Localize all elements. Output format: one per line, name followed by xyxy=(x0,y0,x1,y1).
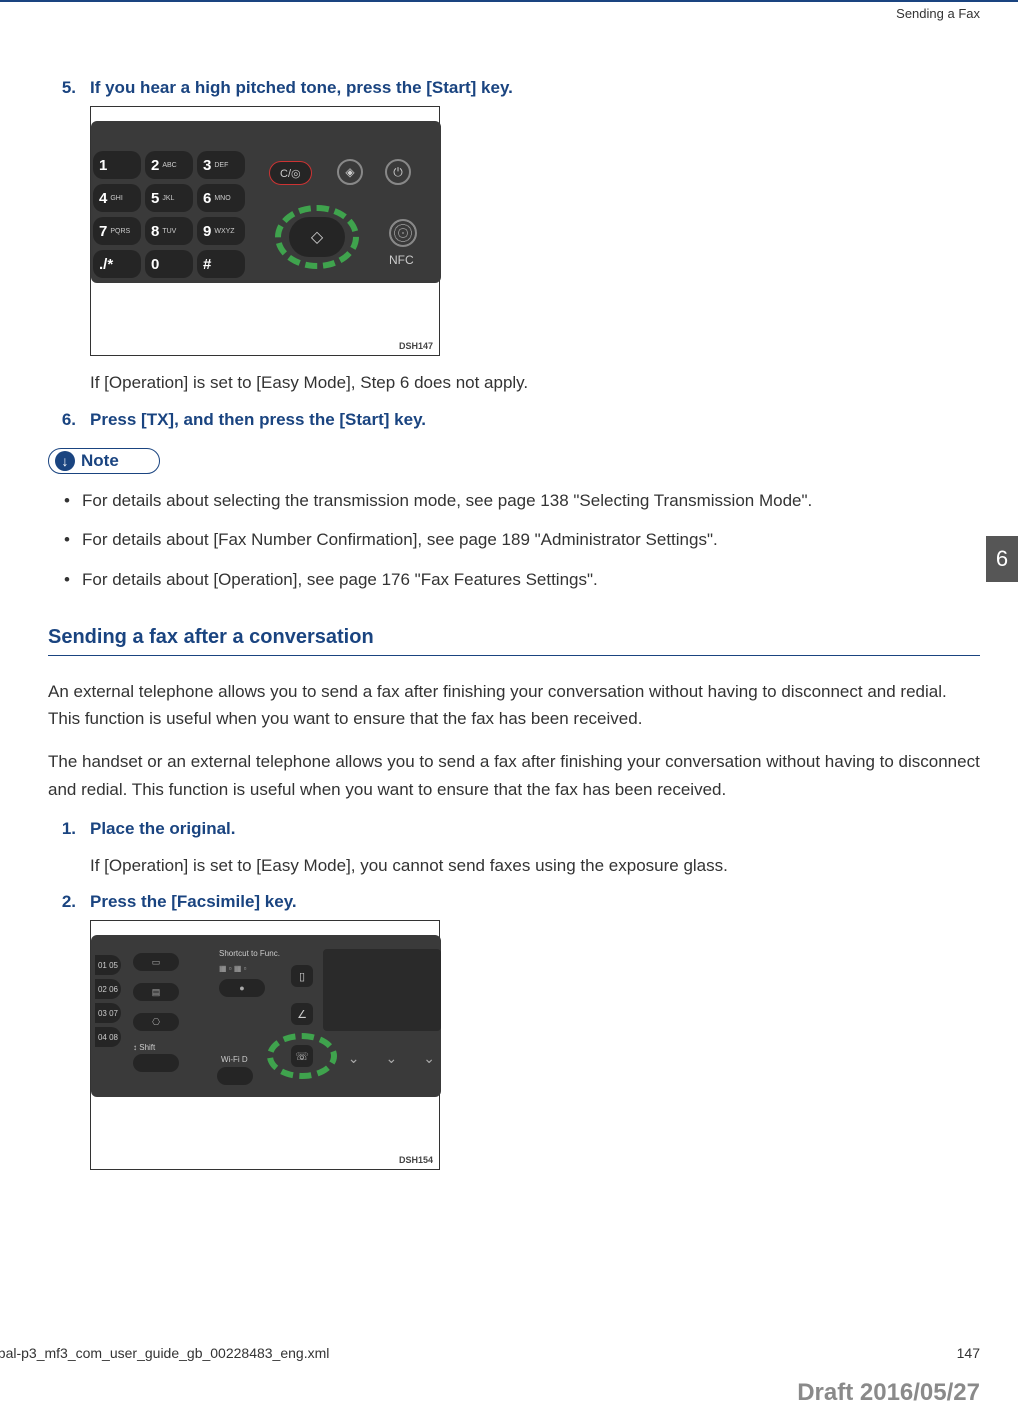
step-instruction: Place the original. xyxy=(90,819,980,839)
highlight-ring-icon xyxy=(275,205,359,269)
doc-mode-icon: ▤ xyxy=(133,983,179,1001)
step-number: 2. xyxy=(48,892,76,912)
qd-row: 02 06 xyxy=(95,979,121,999)
page-number: 147 xyxy=(957,1345,980,1361)
key-sym: ./* xyxy=(93,250,141,278)
step-number: 6. xyxy=(48,410,76,430)
note-item: For details about [Operation], see page … xyxy=(48,567,980,593)
draft-stamp: Draft 2016/05/27 xyxy=(797,1379,980,1407)
step-6: 6. Press [TX], and then press the [Start… xyxy=(48,410,980,430)
qd-row: 03 07 xyxy=(95,1003,121,1023)
note-header: ↓ Note xyxy=(48,448,160,474)
device-panel: 01 05 02 06 03 07 04 08 ▭ ▤ ⎔ ↕ Shift Sh… xyxy=(91,935,441,1097)
note-callout: ↓ Note For details about selecting the t… xyxy=(48,448,980,593)
page-footer: opal-p3_mf3_com_user_guide_gb_00228483_e… xyxy=(0,1345,980,1361)
device-panel: 1 2ABC 3DEF 4GHI 5JKL 6MNO 7PQRS 8TUV 9W… xyxy=(91,121,441,283)
chevron-down-icon: ⌄ xyxy=(386,1050,398,1067)
section-rule xyxy=(48,655,980,656)
key-4: 4GHI xyxy=(93,184,141,212)
usb-mode-icon: ⎔ xyxy=(133,1013,179,1031)
down-arrow-icon: ↓ xyxy=(55,451,75,471)
numeric-keypad: 1 2ABC 3DEF 4GHI 5JKL 6MNO 7PQRS 8TUV 9W… xyxy=(93,151,249,278)
copy-mode-icon: ▭ xyxy=(133,953,179,971)
chevron-down-icon: ⌄ xyxy=(423,1050,435,1067)
key-2: 2ABC xyxy=(145,151,193,179)
qd-row: 04 08 xyxy=(95,1027,121,1047)
note-item: For details about selecting the transmis… xyxy=(48,488,980,514)
step-1: 1. Place the original. xyxy=(48,819,980,839)
step-instruction: Press the [Facsimile] key. xyxy=(90,892,980,912)
mode-column: ▭ ▤ ⎔ ↕ Shift xyxy=(133,953,203,1084)
key-hash: # xyxy=(197,250,245,278)
quick-dial-keys: 01 05 02 06 03 07 04 08 xyxy=(95,955,121,1047)
step-number: 5. xyxy=(48,78,76,98)
highlight-ring-icon xyxy=(267,1033,337,1079)
step-5: 5. If you hear a high pitched tone, pres… xyxy=(48,78,980,98)
qd-row: 01 05 xyxy=(95,955,121,975)
lcd-screen xyxy=(323,949,441,1031)
page-content: 5. If you hear a high pitched tone, pres… xyxy=(48,78,980,1176)
section-paragraph: An external telephone allows you to send… xyxy=(48,678,980,732)
wifi-button xyxy=(217,1067,253,1085)
start-area: C/◎ ◈ ⏻ ◇ NFC xyxy=(269,161,399,276)
key-0: 0 xyxy=(145,250,193,278)
scan-icon: ∠ xyxy=(291,1003,313,1025)
shift-label: ↕ Shift xyxy=(133,1043,203,1052)
figure-caption: DSH154 xyxy=(399,1155,433,1165)
nfc-icon xyxy=(389,219,417,247)
nav-arrows: ⌄ ⌄ ⌄ xyxy=(348,1050,435,1067)
key-7: 7PQRS xyxy=(93,217,141,245)
key-3: 3DEF xyxy=(197,151,245,179)
note-item: For details about [Fax Number Confirmati… xyxy=(48,527,980,553)
key-8: 8TUV xyxy=(145,217,193,245)
wifi-label: Wi-Fi D xyxy=(221,1055,248,1064)
running-header: Sending a Fax xyxy=(896,6,980,21)
figure-facsimile-key: 01 05 02 06 03 07 04 08 ▭ ▤ ⎔ ↕ Shift Sh… xyxy=(90,920,440,1170)
step-instruction: If you hear a high pitched tone, press t… xyxy=(90,78,980,98)
power-icon: ⏻ xyxy=(385,159,411,185)
chapter-tab: 6 xyxy=(986,536,1018,582)
figure-caption: DSH147 xyxy=(399,341,433,351)
shift-button xyxy=(133,1054,179,1072)
settings-icon: ◈ xyxy=(337,159,363,185)
section-heading: Sending a fax after a conversation xyxy=(48,626,980,649)
clear-button: C/◎ xyxy=(269,161,312,185)
key-6: 6MNO xyxy=(197,184,245,212)
step-1-note: If [Operation] is set to [Easy Mode], yo… xyxy=(90,853,980,879)
shortcut-label: Shortcut to Func. xyxy=(219,949,309,958)
top-rule xyxy=(0,0,1018,2)
section-paragraph: The handset or an external telephone all… xyxy=(48,748,980,802)
idcard-icon: ▯ xyxy=(291,965,313,987)
figure-start-key: 1 2ABC 3DEF 4GHI 5JKL 6MNO 7PQRS 8TUV 9W… xyxy=(90,106,440,356)
note-label: Note xyxy=(81,451,119,471)
step-instruction: Press [TX], and then press the [Start] k… xyxy=(90,410,980,430)
key-1: 1 xyxy=(93,151,141,179)
key-5: 5JKL xyxy=(145,184,193,212)
oval-button: ● xyxy=(219,979,265,997)
source-filename: opal-p3_mf3_com_user_guide_gb_00228483_e… xyxy=(0,1345,329,1361)
step-number: 1. xyxy=(48,819,76,839)
chevron-down-icon: ⌄ xyxy=(348,1050,360,1067)
step-5-note: If [Operation] is set to [Easy Mode], St… xyxy=(90,370,980,396)
key-9: 9WXYZ xyxy=(197,217,245,245)
nfc-label: NFC xyxy=(389,253,414,267)
step-2: 2. Press the [Facsimile] key. xyxy=(48,892,980,912)
